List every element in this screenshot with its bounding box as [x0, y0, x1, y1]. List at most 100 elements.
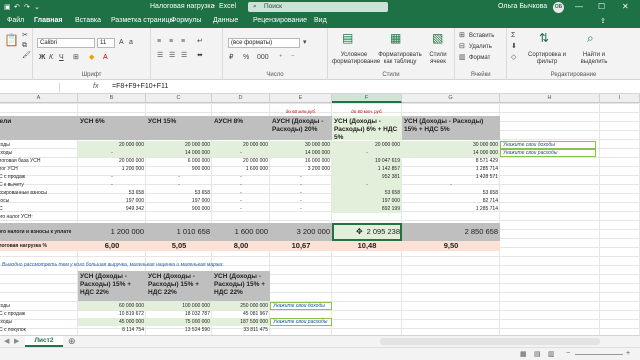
tab-view[interactable]: Вид: [314, 17, 327, 24]
value-cell[interactable]: 19 047 619: [332, 157, 402, 165]
header-regime-5[interactable]: УСН (Доходы - Расходы) 6% + НДС 5%: [332, 116, 402, 140]
name-box[interactable]: [0, 83, 60, 92]
value-cell[interactable]: -: [212, 197, 270, 205]
value-cell[interactable]: -: [332, 149, 402, 157]
total-value[interactable]: 1 600 000: [212, 223, 270, 241]
value-cell[interactable]: 197 000: [78, 197, 146, 205]
lower-value[interactable]: 10 819 672: [78, 310, 146, 318]
format-painter-icon[interactable]: 🖌: [22, 52, 31, 60]
spreadsheet-grid[interactable]: до 60 млн.руб.до 60 млн. руб.ПоказателиУ…: [0, 103, 640, 335]
clear-icon[interactable]: ◇: [511, 54, 516, 62]
value-cell[interactable]: 1 200 000: [78, 165, 146, 173]
quick-access-icon[interactable]: ⌄: [34, 3, 40, 11]
value-cell[interactable]: 900 000: [146, 205, 212, 213]
add-sheet-icon[interactable]: ⊕: [68, 336, 76, 347]
align-right-icon[interactable]: ☰: [181, 52, 187, 60]
sort-filter-icon[interactable]: ⇅: [539, 32, 549, 44]
value-cell[interactable]: 30 000 000: [402, 141, 500, 149]
total-value[interactable]: 1 200 000: [78, 223, 146, 241]
tab-page-layout[interactable]: Разметка страницы: [111, 17, 175, 24]
value-cell[interactable]: 14 000 000: [402, 149, 500, 157]
lower-value[interactable]: 75 000 000: [146, 318, 212, 326]
column-header-g[interactable]: G: [402, 94, 500, 103]
cell-styles-icon[interactable]: ▧: [432, 32, 443, 44]
column-header-e[interactable]: E: [270, 94, 332, 103]
value-cell[interactable]: -: [146, 173, 212, 181]
lower-note[interactable]: Выгодно рассмотреть тем у кого большая в…: [0, 261, 330, 269]
row-label[interactable]: НДС с продаж: [0, 173, 78, 181]
value-cell[interactable]: -: [270, 181, 332, 189]
find-select-icon[interactable]: ⌕: [587, 32, 594, 44]
italic-icon[interactable]: К: [49, 54, 53, 62]
value-cell[interactable]: 197 000: [332, 197, 402, 205]
next-sheet-icon[interactable]: ▶: [14, 337, 19, 345]
value-cell[interactable]: -: [270, 205, 332, 213]
total-label[interactable]: Итого налоги и взносы к уплате: [0, 223, 78, 241]
conditional-format-button[interactable]: Условное форматирование: [332, 52, 380, 66]
value-cell[interactable]: 20 000 000: [212, 157, 270, 165]
value-cell[interactable]: 53 658: [402, 189, 500, 197]
lower-header[interactable]: УСН (Доходы - Расходы) 15% + НДС 22%: [78, 271, 146, 301]
zoom-in-icon[interactable]: +: [626, 350, 630, 357]
load-label[interactable]: Налоговая нагрузка %: [0, 241, 78, 251]
cell-styles-button[interactable]: Стили ячеек: [424, 52, 452, 66]
value-cell[interactable]: -: [270, 173, 332, 181]
align-bottom-icon[interactable]: ≡: [181, 38, 185, 46]
cut-icon[interactable]: ✂: [22, 32, 28, 40]
insert-cells-button[interactable]: Вставить: [469, 32, 494, 40]
lower-row-label[interactable]: Доходы: [0, 302, 78, 310]
lower-value[interactable]: 13 524 590: [146, 326, 212, 334]
value-cell[interactable]: -: [212, 149, 270, 157]
value-cell[interactable]: 14 000 000: [146, 149, 212, 157]
hint-note[interactable]: Укажите свои расходы: [500, 149, 596, 157]
row-label[interactable]: Налоговая база УСН: [0, 157, 78, 165]
avatar[interactable]: ОБ: [553, 2, 564, 13]
share-icon[interactable]: ⇪: [600, 17, 606, 25]
tab-data[interactable]: Данные: [213, 17, 238, 24]
load-value[interactable]: 10,67: [270, 241, 332, 251]
maximize-button[interactable]: ☐: [598, 2, 605, 12]
tab-home[interactable]: Главная: [34, 17, 62, 24]
normal-view-icon[interactable]: ▦: [520, 350, 527, 358]
insert-cells-icon[interactable]: ⊞: [459, 32, 465, 40]
value-cell[interactable]: -: [78, 149, 146, 157]
decrease-decimal-icon[interactable]: ⁻: [291, 54, 295, 62]
tab-file[interactable]: Файл: [7, 17, 24, 24]
lower-value[interactable]: 100 000 000: [146, 302, 212, 310]
lower-value[interactable]: 60 000 000: [78, 302, 146, 310]
horizontal-scrollbar[interactable]: [380, 338, 600, 345]
header-regime-6[interactable]: УСН (Доходы - Расходы) 15% + НДС 5%: [402, 116, 500, 140]
header-regime-1[interactable]: УСН 6%: [78, 116, 146, 140]
row-label[interactable]: Фиксированные взносы: [0, 189, 78, 197]
column-header-c[interactable]: C: [146, 94, 212, 103]
fx-icon[interactable]: fx: [93, 83, 98, 90]
total-value[interactable]: 2 850 658: [402, 223, 500, 241]
font-color-icon[interactable]: A: [103, 54, 108, 62]
value-cell[interactable]: 16 000 000: [270, 157, 332, 165]
row-label[interactable]: Доходы: [0, 141, 78, 149]
font-name-box[interactable]: Calibri: [37, 38, 95, 48]
value-cell[interactable]: -: [212, 181, 270, 189]
save-icon[interactable]: ▣: [4, 3, 11, 11]
undo-icon[interactable]: ↶: [14, 3, 20, 11]
borders-icon[interactable]: ⊞: [73, 54, 79, 62]
sheet-tab[interactable]: Лист2: [25, 336, 63, 347]
row-label[interactable]: Налог УСН: [0, 165, 78, 173]
font-size-box[interactable]: 11: [97, 38, 115, 48]
header-regime-4[interactable]: АУСН (Доходы - Расходы) 20%: [270, 116, 332, 140]
lower-value[interactable]: 8 114 754: [78, 326, 146, 334]
value-cell[interactable]: -: [212, 189, 270, 197]
value-cell[interactable]: 53 658: [146, 189, 212, 197]
increase-decimal-icon[interactable]: ⁺: [279, 54, 283, 62]
delete-cells-icon[interactable]: ⊟: [459, 43, 465, 51]
value-cell[interactable]: -: [146, 181, 212, 189]
value-cell[interactable]: -: [212, 173, 270, 181]
load-value[interactable]: 9,50: [402, 241, 500, 251]
value-cell[interactable]: -: [270, 197, 332, 205]
column-header-a[interactable]: A: [0, 94, 78, 103]
value-cell[interactable]: -: [402, 181, 500, 189]
lower-value[interactable]: 18 032 787: [146, 310, 212, 318]
value-cell[interactable]: 900 000: [146, 165, 212, 173]
sort-filter-button[interactable]: Сортировка и фильтр: [525, 52, 569, 66]
row-label[interactable]: Взносы: [0, 197, 78, 205]
